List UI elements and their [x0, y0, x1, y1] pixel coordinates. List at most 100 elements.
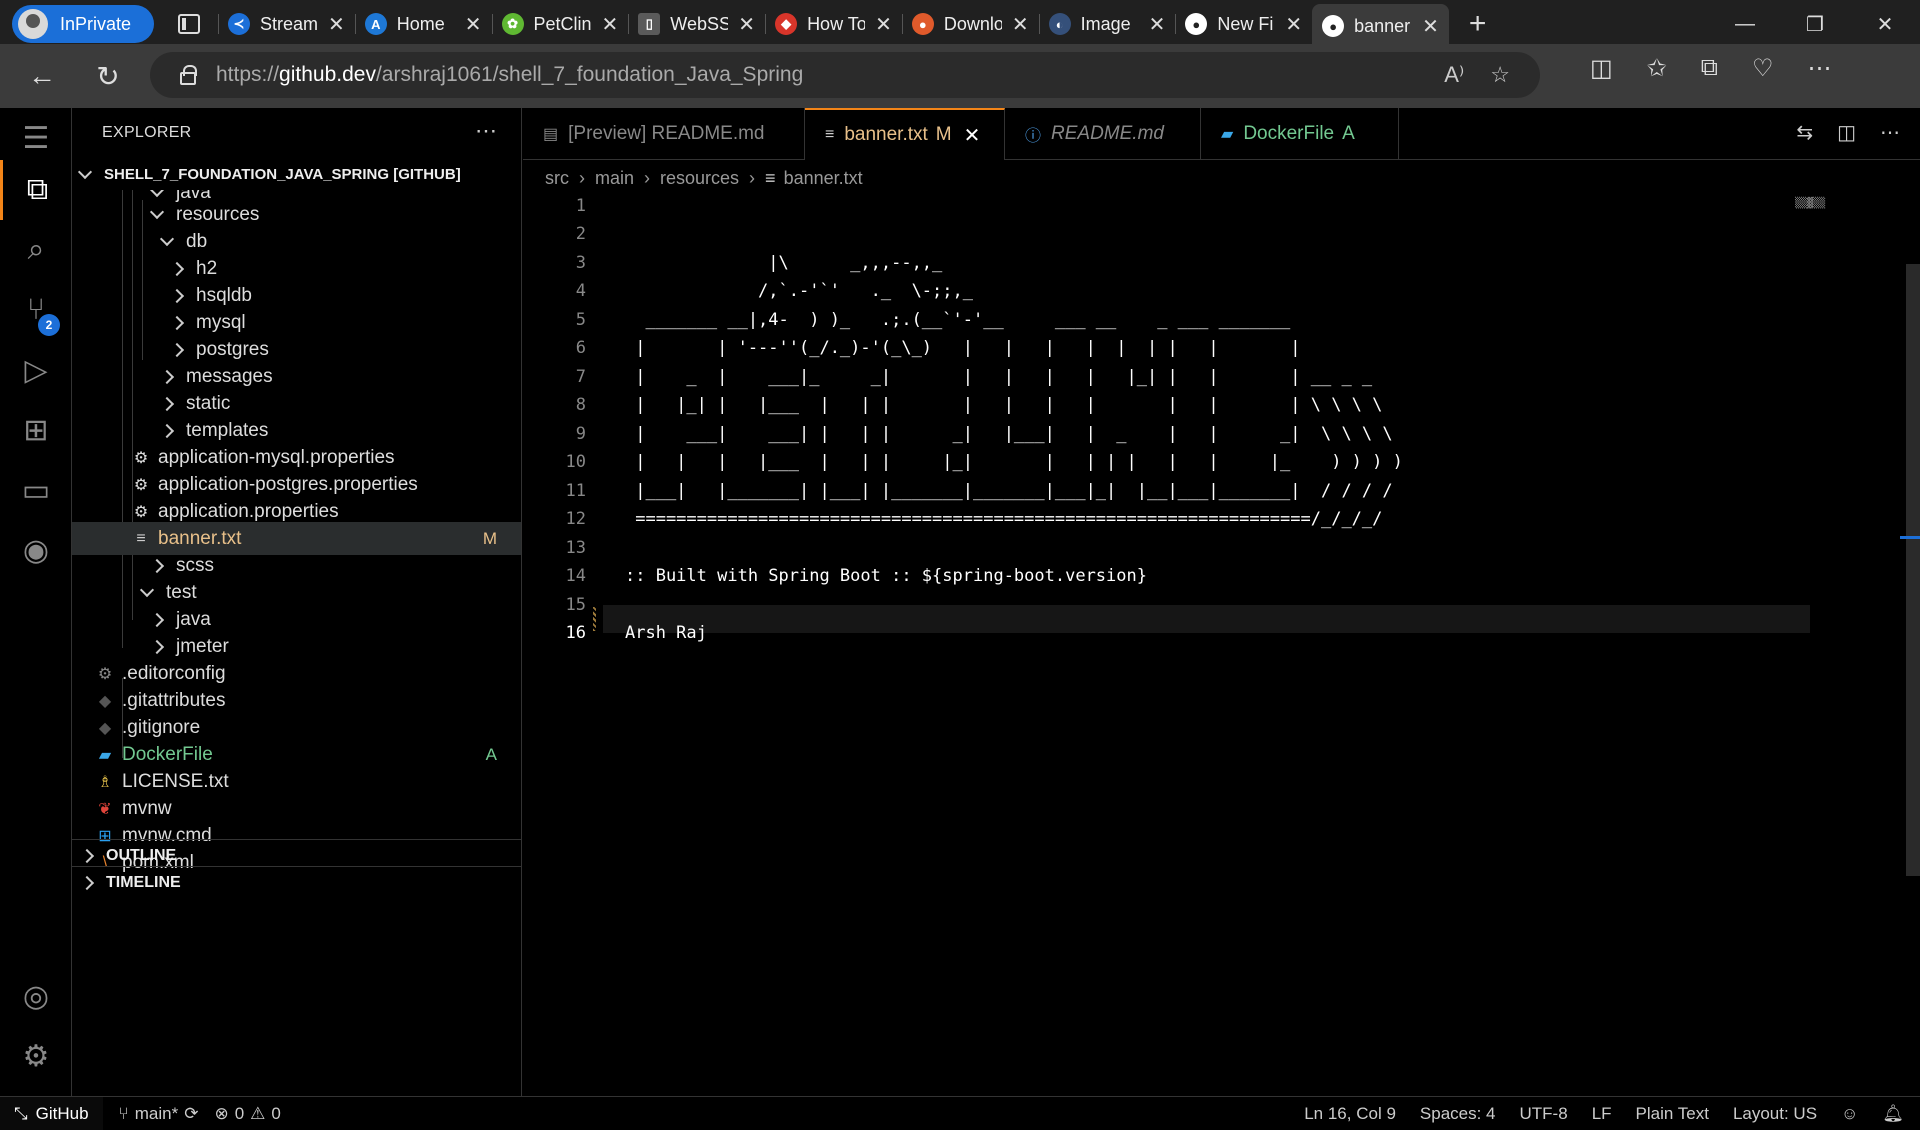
cursor-position[interactable]: Ln 16, Col 9 [1304, 1104, 1396, 1124]
browser-toolbar-icons: ◫ ✩ ⧉ ♡ ⋯ [1590, 54, 1831, 83]
close-tab-icon[interactable]: ✕ [465, 12, 482, 37]
remote-explorer-icon[interactable]: ▭ [0, 460, 72, 520]
tab-actions-icon[interactable] [178, 14, 200, 34]
minimap-preview[interactable]: ▒▒▓▒▒ [1795, 198, 1871, 224]
lock-icon [180, 64, 197, 85]
code-line: |___| |_______| |___| |_______|_______|_… [625, 481, 1393, 501]
editor-tab-readme[interactable]: ⓘ README.md [1005, 108, 1201, 160]
browser-tab-home[interactable]: A Home ✕ [354, 5, 492, 43]
git-status-badge: M [482, 528, 497, 548]
browser-tab-stream[interactable]: ≺ Stream ✕ [218, 5, 355, 43]
explorer-files-icon[interactable]: ⧉ [0, 160, 72, 220]
favorites-icon[interactable]: ✩ [1647, 54, 1667, 83]
split-screen-icon[interactable]: ◫ [1590, 54, 1613, 83]
menu-icon[interactable]: ☰ [0, 108, 72, 168]
chevron-right-icon [169, 288, 185, 303]
language-mode[interactable]: Plain Text [1636, 1104, 1709, 1124]
browser-toolbar: ← ↻ https:// github.dev /arshraj1061/she… [0, 44, 1920, 108]
chevron-down-icon [139, 582, 155, 598]
encoding[interactable]: UTF-8 [1520, 1104, 1568, 1124]
editor-actions: ⇆ ◫ ⋯ [1796, 120, 1900, 145]
docker-whale-icon: ▰ [1221, 126, 1234, 143]
browser-tab-title: Downlo [943, 13, 1002, 34]
minimap[interactable] [1900, 160, 1920, 1096]
code-line: /,`.-'`' ._ \-;;,_ [625, 281, 973, 301]
browser-tab-title: How To [807, 13, 866, 34]
warning-icon: ⚠ [250, 1103, 266, 1123]
inprivate-profile-button[interactable]: InPrivate [12, 5, 154, 43]
browser-tab-webss[interactable]: ▯ WebSS ✕ [628, 5, 765, 43]
close-tab-icon[interactable]: ✕ [964, 123, 981, 148]
search-icon[interactable]: ⌕ [0, 220, 72, 280]
breadcrumb-main[interactable]: main [595, 168, 634, 189]
favorite-star-icon[interactable]: ☆ [1490, 62, 1510, 88]
close-tab-icon[interactable]: ✕ [738, 12, 755, 37]
notifications-bell-icon[interactable]: 🔔︎ [1882, 1104, 1904, 1124]
indentation[interactable]: Spaces: 4 [1420, 1104, 1496, 1124]
license-ribbon-icon: ♗ [97, 773, 113, 791]
editor-tab-banner[interactable]: ≡ banner.txt M ✕ [805, 108, 1005, 160]
restore-icon[interactable]: ❐ [1780, 0, 1850, 48]
browser-tab-title: New Fi [1217, 13, 1274, 34]
breadcrumb-file[interactable]: banner.txt [784, 168, 863, 189]
close-tab-icon[interactable]: ✕ [328, 12, 345, 37]
editor-tab-readme-preview[interactable]: ▤ [Preview] README.md [523, 108, 805, 160]
browser-tab-download[interactable]: ● Downlo ✕ [901, 5, 1039, 43]
more-actions-icon[interactable]: ⋯ [475, 118, 497, 144]
settings-gear-icon[interactable]: ⚙ [0, 1026, 72, 1086]
sync-icon[interactable]: ⟳ [184, 1104, 198, 1124]
close-tab-icon[interactable]: ✕ [1012, 12, 1029, 37]
remote-icon: ⤡ [14, 1103, 28, 1123]
breadcrumb-src[interactable]: src [545, 168, 569, 189]
code-line: | _ | ___|_ _| | | | | |_| | | | __ _ _ [625, 367, 1373, 387]
scm-badge: 2 [38, 314, 60, 336]
close-tab-icon[interactable]: ✕ [875, 12, 892, 37]
read-aloud-icon[interactable]: A⁾ [1444, 62, 1464, 88]
close-window-icon[interactable]: ✕ [1850, 0, 1920, 48]
code-line: ========================================… [625, 509, 1383, 529]
more-actions-icon[interactable]: ⋯ [1880, 120, 1900, 145]
branch-indicator[interactable]: ⑂ main* ⟳ [119, 1104, 199, 1124]
keyboard-layout[interactable]: Layout: US [1733, 1104, 1817, 1124]
close-tab-icon[interactable]: ✕ [1422, 14, 1439, 39]
vertical-scrollbar[interactable] [1906, 264, 1920, 876]
editor-tab-dockerfile[interactable]: ▰ DockerFile A [1201, 108, 1399, 160]
activity-bar: ☰ ⧉ ⌕ ⑂ 2 ▷ ⊞ ▭ ◉ ◎ ⚙ [0, 108, 72, 1096]
more-menu-icon[interactable]: ⋯ [1807, 54, 1831, 83]
split-editor-icon[interactable]: ◫ [1837, 120, 1856, 145]
browser-tab-banner[interactable]: ● banner ✕ [1312, 4, 1449, 48]
browser-tab-howto[interactable]: ◆ How To ✕ [765, 5, 902, 43]
timeline-section[interactable]: TIMELINE [72, 866, 521, 899]
back-arrow-icon[interactable]: ← [20, 54, 64, 98]
breadcrumb-resources[interactable]: resources [660, 168, 739, 189]
extensions-icon[interactable]: ⊞ [0, 400, 72, 460]
editor-tab-bar: ▤ [Preview] README.md ≡ banner.txt M ✕ ⓘ… [523, 108, 1920, 160]
new-tab-plus-icon[interactable]: + [1469, 7, 1487, 41]
code-line: | | | |___ | | | |_| | | | | | | |_ ) ) … [625, 452, 1403, 472]
accounts-icon[interactable]: ◎ [0, 966, 72, 1026]
browser-tab-image[interactable]: ◐ Image ✕ [1038, 5, 1176, 43]
browser-tab-petclinic[interactable]: ✿ PetClin ✕ [491, 5, 629, 43]
explorer-root-folder[interactable]: SHELL_7_FOUNDATION_JAVA_SPRING [GITHUB] [72, 158, 521, 190]
profile-avatar-icon [18, 9, 48, 39]
feedback-icon[interactable]: ☺ [1841, 1104, 1858, 1124]
run-debug-icon[interactable]: ▷ [0, 340, 72, 400]
address-bar[interactable]: https:// github.dev /arshraj1061/shell_7… [150, 52, 1540, 98]
github-icon[interactable]: ◉ [0, 520, 72, 580]
browser-essentials-icon[interactable]: ♡ [1752, 54, 1774, 83]
source-control-icon[interactable]: ⑂ 2 [0, 280, 72, 340]
compare-changes-icon[interactable]: ⇆ [1796, 120, 1813, 145]
problems-indicator[interactable]: ⊗ 0 ⚠ 0 [214, 1104, 280, 1124]
refresh-icon[interactable]: ↻ [86, 54, 130, 98]
minimize-icon[interactable]: — [1710, 0, 1780, 48]
gear-file-icon: ⚙ [133, 476, 149, 494]
end-of-line[interactable]: LF [1592, 1104, 1612, 1124]
browser-tab-title: PetClin [533, 13, 592, 34]
remote-indicator[interactable]: ⤡ GitHub [0, 1096, 103, 1130]
collections-icon[interactable]: ⧉ [1701, 54, 1718, 83]
browser-tab-newfile[interactable]: ● New Fi ✕ [1175, 5, 1312, 43]
close-tab-icon[interactable]: ✕ [1285, 12, 1302, 37]
close-tab-icon[interactable]: ✕ [602, 12, 619, 37]
editor-area: ▤ [Preview] README.md ≡ banner.txt M ✕ ⓘ… [523, 108, 1920, 1096]
close-tab-icon[interactable]: ✕ [1149, 12, 1166, 37]
